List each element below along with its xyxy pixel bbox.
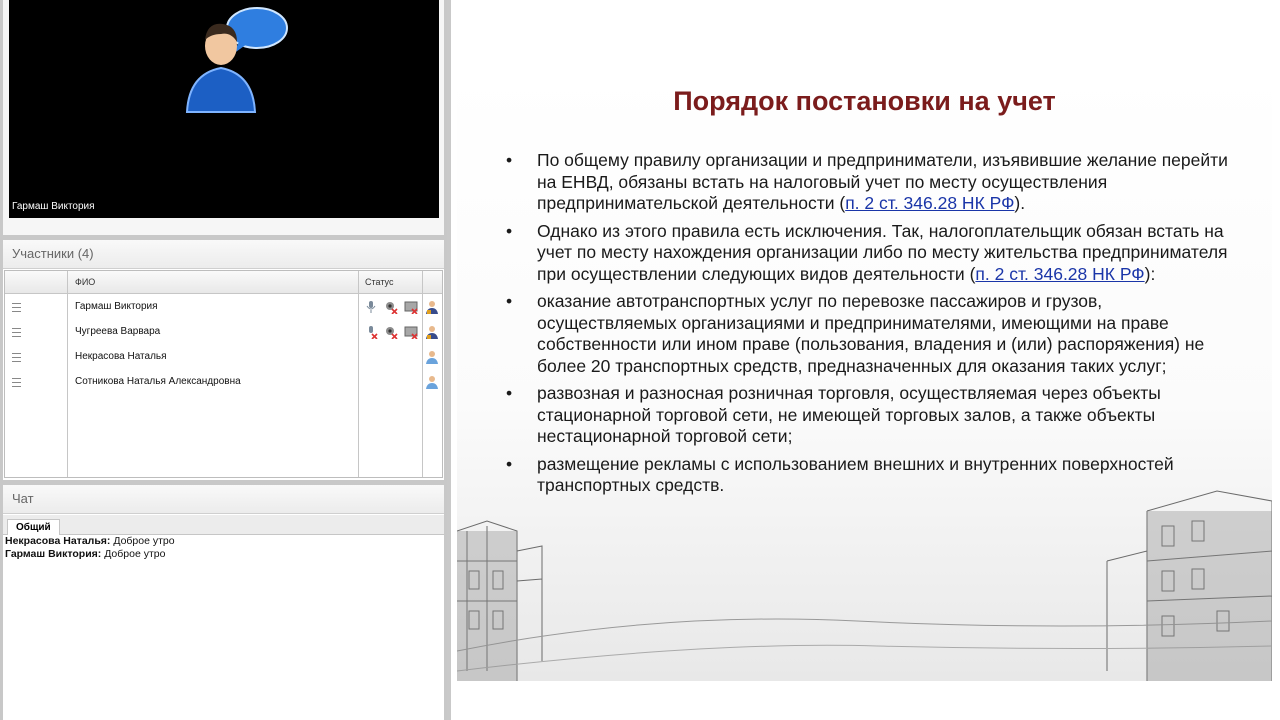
slide-bullet: размещение рекламы с использованием внеш… xyxy=(506,454,1239,497)
drag-handle-icon[interactable] xyxy=(12,303,21,312)
slide-title: Порядок постановки на учет xyxy=(673,86,1056,116)
chat-messages: Некрасова Наталья: Доброе утро Гармаш Ви… xyxy=(5,535,175,561)
chat-message-author: Некрасова Наталья: xyxy=(5,535,111,547)
chat-tab-bar: Общий xyxy=(3,515,444,535)
law-reference-link[interactable]: п. 2 ст. 346.28 НК РФ xyxy=(975,264,1144,284)
drag-handle-icon[interactable] xyxy=(12,328,21,337)
listener-role-icon xyxy=(426,376,438,389)
chat-tab-general[interactable]: Общий xyxy=(7,519,60,535)
drag-handle-icon[interactable] xyxy=(12,378,21,387)
webcam-off-icon[interactable] xyxy=(384,325,398,339)
listener-role-icon xyxy=(426,351,438,364)
microphone-off-icon[interactable] xyxy=(364,325,378,339)
video-feed: Гармаш Виктория xyxy=(9,0,439,218)
presentation-area: Порядок постановки на учет По общему пра… xyxy=(447,0,1280,720)
presenter-role-icon xyxy=(426,301,438,314)
presenter-role-icon xyxy=(426,326,438,339)
slide-bullet: оказание автотранспортных услуг по перев… xyxy=(506,291,1239,377)
city-sketch-illustration xyxy=(457,490,1272,681)
participant-row[interactable]: Гармаш Виктория xyxy=(5,295,442,320)
participant-row[interactable]: Некрасова Наталья xyxy=(5,345,442,370)
microphone-icon[interactable] xyxy=(364,300,378,314)
slide-bullet: По общему правилу организации и предприн… xyxy=(506,150,1239,215)
participant-name: Некрасова Наталья xyxy=(75,351,167,362)
chat-message-text: Доброе утро xyxy=(104,548,166,560)
column-header-fio[interactable]: ФИО xyxy=(75,277,95,287)
chat-title: Чат xyxy=(3,485,444,514)
video-panel: Гармаш Виктория xyxy=(3,0,444,235)
chat-panel: Чат Общий Некрасова Наталья: Доброе утро… xyxy=(3,485,444,720)
participant-row[interactable]: Чугреева Варвара xyxy=(5,320,442,345)
left-sidebar: Гармаш Виктория Участники (4) ФИО Статус… xyxy=(0,0,447,720)
participants-table-header: ФИО Статус xyxy=(5,271,442,294)
participants-panel: Участники (4) ФИО Статус Гармаш Виктория… xyxy=(3,240,444,480)
participant-name: Сотникова Наталья Александровна xyxy=(75,376,241,387)
participant-row[interactable]: Сотникова Наталья Александровна xyxy=(5,370,442,395)
participants-title: Участники (4) xyxy=(3,240,444,269)
drag-handle-icon[interactable] xyxy=(12,353,21,362)
participant-name: Гармаш Виктория xyxy=(75,301,158,312)
slide-body: По общему правилу организации и предприн… xyxy=(489,150,1239,503)
chat-message: Некрасова Наталья: Доброе утро xyxy=(5,535,175,548)
webcam-off-icon[interactable] xyxy=(384,300,398,314)
participant-name: Чугреева Варвара xyxy=(75,326,161,337)
participants-table: ФИО Статус Гармаш Виктория Чугреева Варв… xyxy=(4,270,443,478)
video-participant-name: Гармаш Виктория xyxy=(12,201,95,212)
chat-message-author: Гармаш Виктория: xyxy=(5,548,102,560)
law-reference-link[interactable]: п. 2 ст. 346.28 НК РФ xyxy=(845,193,1014,213)
slide-bullet: Однако из этого правила есть исключения.… xyxy=(506,221,1239,286)
presentation-slide: Порядок постановки на учет По общему пра… xyxy=(457,70,1272,681)
column-header-status[interactable]: Статус xyxy=(365,277,393,287)
speaking-user-icon xyxy=(185,7,288,113)
chat-message: Гармаш Виктория: Доброе утро xyxy=(5,548,175,561)
slide-bullet: развозная и разносная розничная торговля… xyxy=(506,383,1239,448)
chat-message-text: Доброе утро xyxy=(113,535,175,547)
screen-share-off-icon[interactable] xyxy=(404,325,418,339)
screen-share-off-icon[interactable] xyxy=(404,300,418,314)
